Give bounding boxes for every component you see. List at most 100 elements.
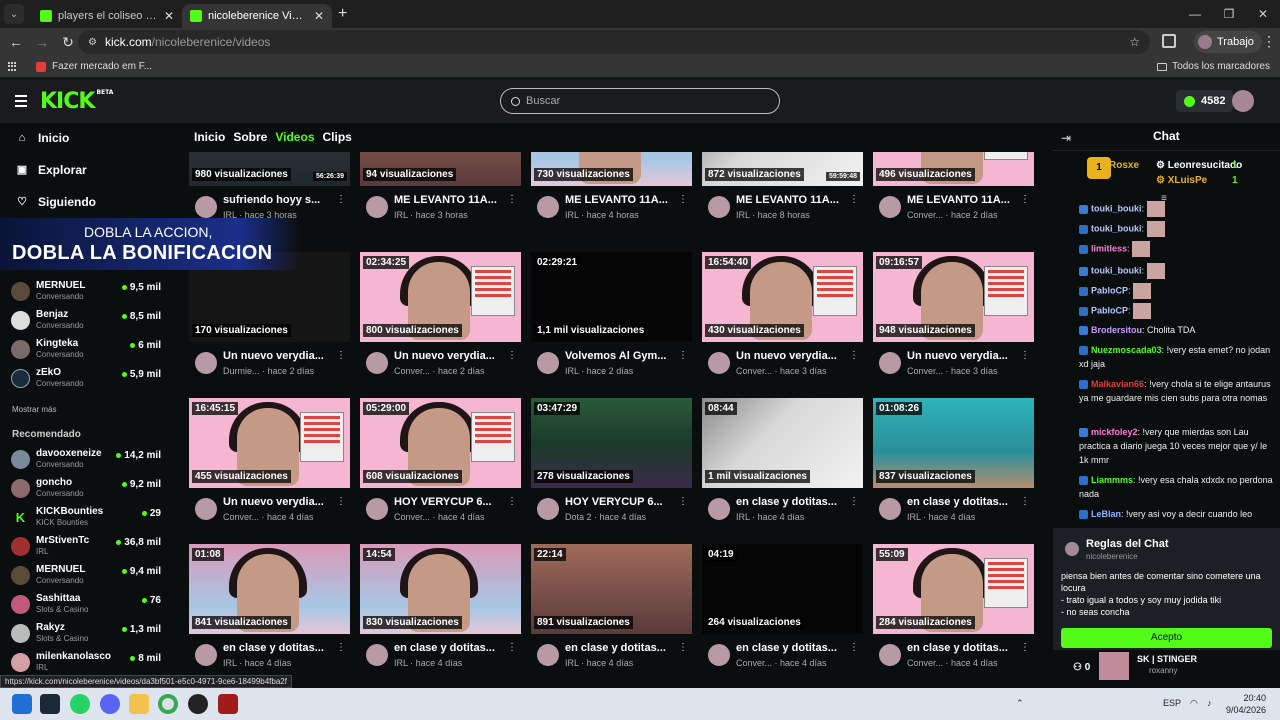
more-options-icon[interactable]: ⋮ xyxy=(507,496,517,507)
video-title[interactable]: en clase y dotitas... xyxy=(565,642,673,654)
video-thumbnail[interactable]: 03:47:29 278 visualizaciones xyxy=(531,398,692,488)
language-indicator[interactable]: ESP xyxy=(1163,698,1181,708)
video-title[interactable]: Un nuevo verydia... xyxy=(736,350,844,362)
more-options-icon[interactable]: ⋮ xyxy=(1020,496,1030,507)
new-tab-button[interactable]: + xyxy=(338,5,347,23)
browser-tab-2[interactable]: nicoleberenice Videos - Watch ✕ xyxy=(182,4,332,28)
close-tab-icon[interactable]: ✕ xyxy=(314,9,324,23)
video-title[interactable]: en clase y dotitas... xyxy=(736,642,844,654)
more-options-icon[interactable]: ⋮ xyxy=(678,350,688,361)
collapse-chat-icon[interactable]: ⇥ xyxy=(1061,131,1071,145)
following-channel[interactable]: zEkO Conversando 5,9 mil xyxy=(11,366,161,392)
more-options-icon[interactable]: ⋮ xyxy=(507,194,517,205)
video-title[interactable]: en clase y dotitas... xyxy=(394,642,502,654)
video-title[interactable]: Un nuevo verydia... xyxy=(223,496,331,508)
chat-username[interactable]: touki_bouki xyxy=(1091,223,1142,233)
video-thumbnail[interactable]: 94 visualizaciones xyxy=(360,152,521,186)
chat-username[interactable]: Liammms xyxy=(1091,475,1133,485)
channel-avatar[interactable] xyxy=(708,196,730,218)
video-thumbnail[interactable]: 55:09 284 visualizaciones xyxy=(873,544,1034,634)
following-channel[interactable]: Benjaz Conversando 8,5 mil xyxy=(11,308,161,334)
video-title[interactable]: ME LEVANTO 11A... xyxy=(907,194,1015,206)
bookmark-star-icon[interactable]: ☆ xyxy=(1129,35,1140,49)
channel-avatar[interactable] xyxy=(537,196,559,218)
accept-button[interactable]: Acepto xyxy=(1061,628,1272,648)
chat-username[interactable]: LeBlan xyxy=(1091,509,1121,519)
stream-thumbnail[interactable] xyxy=(1099,652,1129,680)
nav-following[interactable]: ♡ Siguiendo xyxy=(16,195,96,209)
search-input[interactable]: Buscar xyxy=(500,88,780,114)
user-avatar[interactable] xyxy=(1232,90,1254,112)
video-title[interactable]: en clase y dotitas... xyxy=(223,642,331,654)
recommended-channel[interactable]: MERNUEL Conversando 9,4 mil xyxy=(11,563,161,589)
more-options-icon[interactable]: ⋮ xyxy=(507,350,517,361)
channel-avatar[interactable] xyxy=(366,196,388,218)
video-thumbnail[interactable]: 02:29:21 1,1 mil visualizaciones xyxy=(531,252,692,342)
more-options-icon[interactable]: ⋮ xyxy=(1020,194,1030,205)
video-thumbnail[interactable]: 05:29:00 608 visualizaciones xyxy=(360,398,521,488)
more-options-icon[interactable]: ⋮ xyxy=(336,642,346,653)
recommended-channel[interactable]: davooxeneize Conversando 14,2 mil xyxy=(11,447,161,473)
video-thumbnail[interactable]: 04:19 264 visualizaciones xyxy=(702,544,863,634)
chat-username[interactable]: Brodersitou xyxy=(1091,325,1142,335)
channel-avatar[interactable] xyxy=(537,644,559,666)
wifi-icon[interactable]: ◠ xyxy=(1190,698,1198,709)
recommended-channel[interactable]: MrStivenTc IRL 36,8 mil xyxy=(11,534,161,560)
more-options-icon[interactable]: ⋮ xyxy=(678,642,688,653)
chat-username[interactable]: limitless xyxy=(1091,243,1127,253)
more-options-icon[interactable]: ⋮ xyxy=(1020,350,1030,361)
video-thumbnail[interactable]: 22:14 891 visualizaciones xyxy=(531,544,692,634)
video-title[interactable]: Un nuevo verydia... xyxy=(223,350,331,362)
channel-avatar[interactable] xyxy=(708,352,730,374)
tab-sobre[interactable]: Sobre xyxy=(233,130,267,144)
tab-videos[interactable]: Videos xyxy=(275,130,314,144)
apps-grid-icon[interactable] xyxy=(8,61,18,72)
site-info-icon[interactable]: ⚙ xyxy=(88,37,97,48)
video-title[interactable]: HOY VERYCUP 6... xyxy=(394,496,502,508)
more-options-icon[interactable]: ⋮ xyxy=(849,496,859,507)
more-options-icon[interactable]: ⋮ xyxy=(336,350,346,361)
more-options-icon[interactable]: ⋮ xyxy=(678,194,688,205)
video-thumbnail[interactable]: 59:59:48 872 visualizaciones xyxy=(702,152,863,186)
kick-logo[interactable]: KICK BETA xyxy=(40,89,113,114)
folder-icon[interactable] xyxy=(129,694,149,714)
gifter-name[interactable]: ⚙ XLuisPe xyxy=(1156,175,1207,186)
video-title[interactable]: Volvemos Al Gym... xyxy=(565,350,673,362)
browser-menu-icon[interactable]: ⋮ xyxy=(1262,33,1276,50)
forward-icon[interactable]: → xyxy=(30,30,54,54)
gifter-name[interactable]: ⚙ Leonresucitado xyxy=(1156,160,1242,171)
channel-avatar[interactable] xyxy=(537,352,559,374)
chat-username[interactable]: Nuezmoscada03 xyxy=(1091,345,1162,355)
channel-avatar[interactable] xyxy=(708,644,730,666)
steam-icon[interactable] xyxy=(40,694,60,714)
discord-icon[interactable] xyxy=(100,694,120,714)
following-channel[interactable]: MERNUEL Conversando 9,5 mil xyxy=(11,279,161,305)
browser-tab-1[interactable]: players el coliseo de benjaz - H ✕ xyxy=(32,4,182,28)
video-thumbnail[interactable]: 02:34:25 800 visualizaciones xyxy=(360,252,521,342)
video-title[interactable]: Un nuevo verydia... xyxy=(394,350,502,362)
gifter-name[interactable]: Rosxe xyxy=(1109,160,1139,171)
tab-search-button[interactable]: ⌄ xyxy=(4,4,24,24)
video-title[interactable]: en clase y dotitas... xyxy=(907,642,1015,654)
promo-banner[interactable]: DOBLA LA ACCION, DOBLA LA BONIFICACION xyxy=(0,218,300,270)
video-thumbnail[interactable]: 14:54 830 visualizaciones xyxy=(360,544,521,634)
channel-avatar[interactable] xyxy=(366,644,388,666)
reload-icon[interactable]: ↻ xyxy=(56,30,80,54)
video-thumbnail[interactable]: 56:26:39 980 visualizaciones xyxy=(189,152,350,186)
chrome-icon[interactable] xyxy=(158,694,178,714)
recommended-channel[interactable]: K KICKBounties KICK Bounties 29 xyxy=(11,505,161,531)
minimize-icon[interactable]: — xyxy=(1178,0,1212,28)
more-options-icon[interactable]: ⋮ xyxy=(336,496,346,507)
video-title[interactable]: ME LEVANTO 11A... xyxy=(565,194,673,206)
video-title[interactable]: HOY VERYCUP 6... xyxy=(565,496,673,508)
video-thumbnail[interactable]: 16:45:15 455 visualizaciones xyxy=(189,398,350,488)
channel-avatar[interactable] xyxy=(195,498,217,520)
video-title[interactable]: Un nuevo verydia... xyxy=(907,350,1015,362)
channel-avatar[interactable] xyxy=(366,352,388,374)
video-thumbnail[interactable]: 496 visualizaciones xyxy=(873,152,1034,186)
back-icon[interactable]: ← xyxy=(4,30,28,54)
tab-inicio[interactable]: Inicio xyxy=(194,130,225,144)
profile-button[interactable]: Trabajo xyxy=(1194,31,1262,53)
nav-home[interactable]: ⌂ Inicio xyxy=(16,131,70,145)
more-options-icon[interactable]: ⋮ xyxy=(849,350,859,361)
